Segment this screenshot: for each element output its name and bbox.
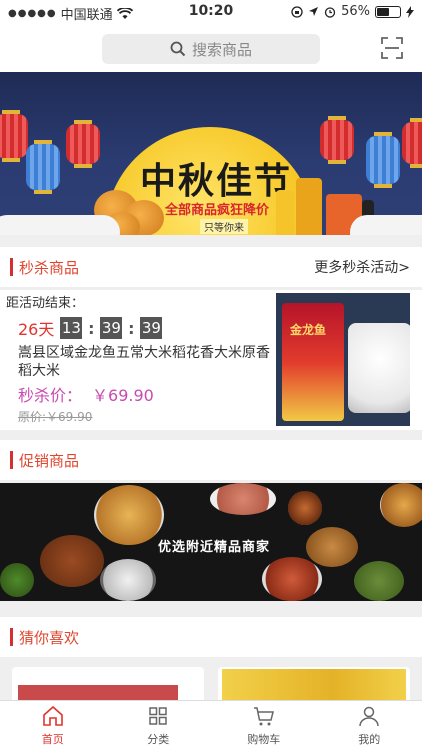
product-name: 嵩县区域金龙鱼五常大米稻花香大米原香稻大米 [18,345,270,379]
product-image[interactable]: 金龙鱼 [276,293,410,426]
food-plate-image [262,557,322,601]
section-accent-bar [10,628,13,646]
banner-title: 中秋佳节 [140,160,293,202]
oil-bottle-image [276,190,294,235]
search-icon [170,41,186,57]
user-icon [359,706,379,727]
tab-mine[interactable]: 我的 [317,701,422,750]
food-plate-image [354,561,404,601]
rice-bowl-image [348,323,410,413]
guess-product-grid [0,657,422,707]
cloud-graphic [350,215,422,235]
original-price: 原价:￥69.90 [18,410,93,424]
promo-title: 促销商品 [19,451,80,470]
search-input[interactable]: 搜索商品 [102,34,320,64]
oil-bottle-image [296,178,322,235]
countdown-hours: 13 [60,317,83,339]
lantern-icon [26,140,60,194]
rice-bag-brand: 金龙鱼 [290,323,327,337]
promo-header: 促销商品 [0,440,422,480]
food-plate-image [100,559,156,601]
alarm-icon [324,6,336,18]
status-bar: ●●●●● 中国联通 10:20 56% [0,0,422,24]
tab-home-label: 首页 [41,733,64,746]
countdown-days: 26天 [18,320,55,339]
tab-cart[interactable]: 购物车 [211,701,317,750]
promo-banner[interactable]: 优选附近精品商家 [0,483,422,601]
tab-category[interactable]: 分类 [106,701,212,750]
location-icon [309,7,319,16]
food-plate-image [40,535,104,587]
search-placeholder: 搜索商品 [191,40,252,59]
section-accent-bar [10,451,13,469]
section-accent-bar [10,258,13,276]
lantern-icon [320,116,354,164]
flash-sale-product[interactable]: 距活动结束： 26天 13 : 39 : 39 嵩县区域金龙鱼五常大米稻花香大米… [0,289,422,430]
lantern-icon [366,132,400,188]
hero-banner[interactable]: 中秋佳节 全部商品疯狂降价 只等你来 [0,72,422,235]
rice-bag-image: 金龙鱼 [282,303,344,421]
countdown-separator: : [128,318,135,338]
sale-price: ￥69.90 [92,386,154,405]
banner-tagline: 只等你来 [200,219,248,234]
countdown-separator: : [88,318,95,338]
food-plate-image [306,527,358,567]
charging-icon [406,5,414,18]
price-row: 秒杀价： ￥69.90 [18,382,154,406]
tab-category-label: 分类 [147,733,170,746]
food-plate-image [288,491,322,525]
lantern-icon [0,110,28,162]
scan-icon[interactable] [380,36,404,60]
guess-title: 猜你喜欢 [19,628,80,647]
more-flash-sale-link[interactable]: 更多秒杀活动> [314,257,410,277]
lantern-icon [66,120,100,168]
flash-sale-header: 秒杀商品 更多秒杀活动> [0,247,422,287]
home-icon [42,705,63,726]
battery-fill [377,7,389,16]
countdown-seconds: 39 [140,317,163,339]
status-right: 56% [291,4,414,19]
cloud-graphic [0,215,120,235]
cart-icon [253,707,274,726]
countdown-timer: 26天 13 : 39 : 39 [18,316,163,340]
guess-header: 猜你喜欢 [0,617,422,657]
lantern-icon [402,118,422,168]
food-plate-image [380,483,422,527]
promo-banner-text: 优选附近精品商家 [158,540,271,555]
banner-subtitle: 全部商品疯狂降价 [165,203,270,218]
countdown-label: 距活动结束： [6,296,85,311]
tab-home[interactable]: 首页 [0,701,106,750]
food-plate-image [210,483,276,515]
bottom-tab-bar: 首页 分类 购物车 我的 [0,700,422,750]
search-header: 搜索商品 [0,24,422,72]
grid-icon [149,707,167,725]
tab-mine-label: 我的 [358,733,381,746]
battery-icon [375,5,401,18]
countdown-minutes: 39 [100,317,123,339]
orientation-lock-icon [291,5,303,18]
tab-cart-label: 购物车 [247,733,281,746]
food-plate-image [94,485,164,545]
battery-percent: 56% [341,4,370,19]
flash-sale-title: 秒杀商品 [19,258,80,277]
food-plate-image [0,563,34,597]
price-label: 秒杀价： [18,386,83,405]
